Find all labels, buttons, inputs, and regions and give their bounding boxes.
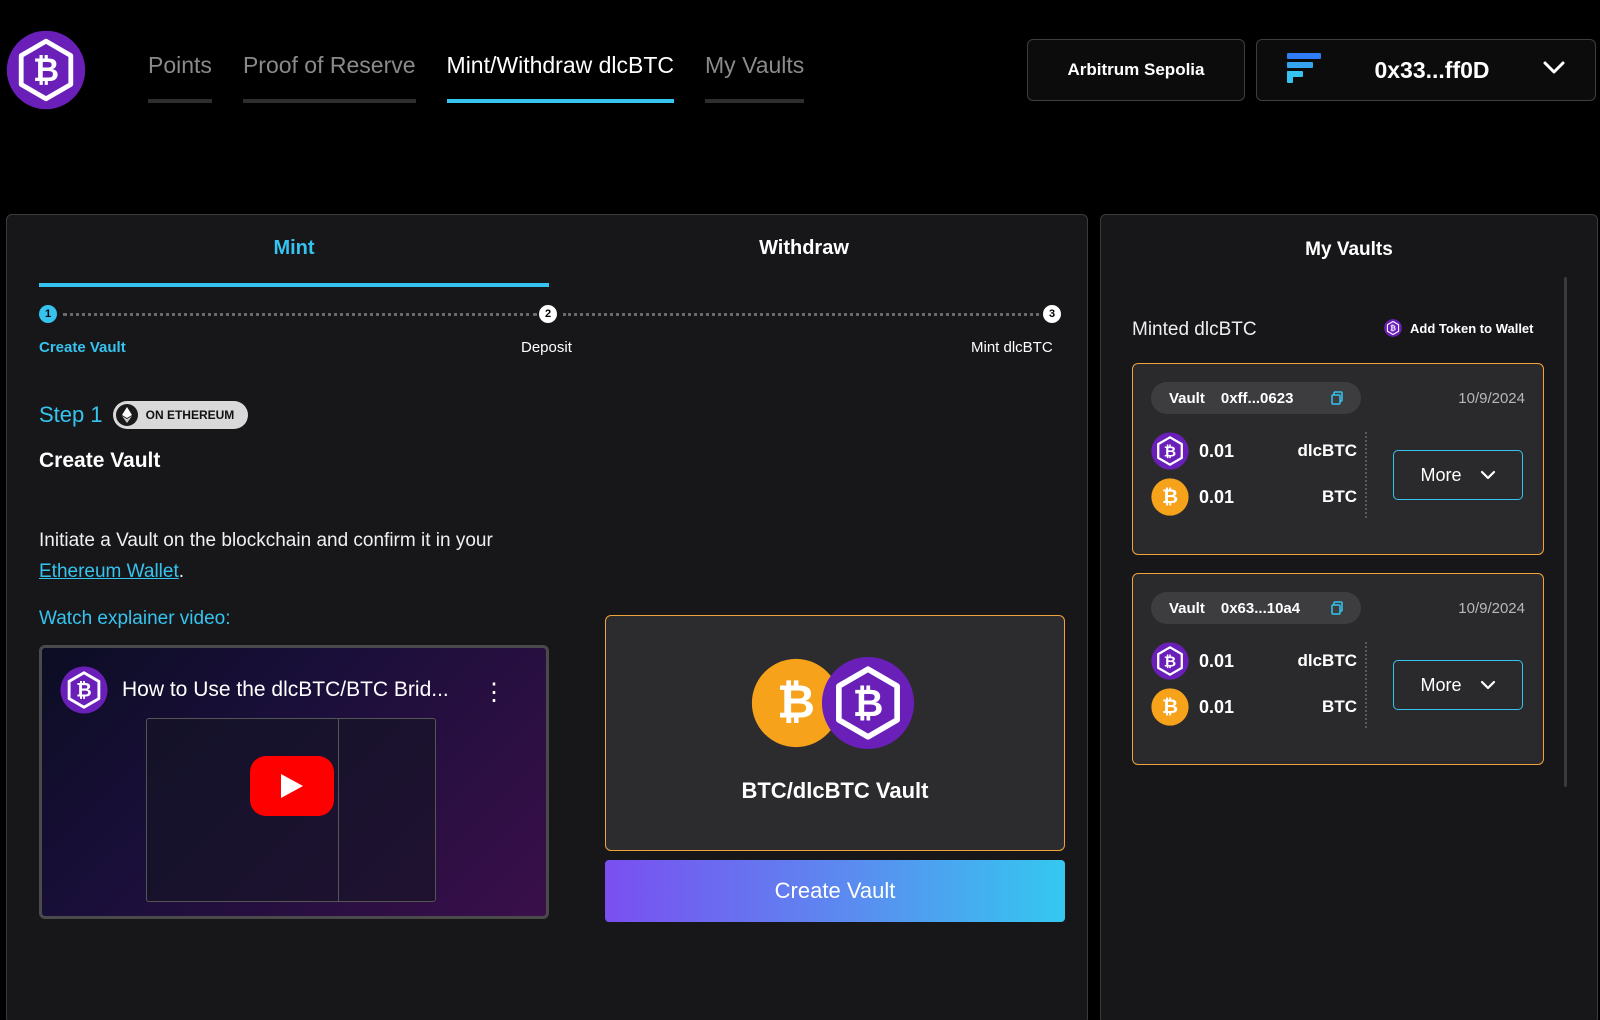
ethereum-wallet-link[interactable]: Ethereum Wallet [39,561,179,582]
symbol: dlcBTC [1297,441,1358,460]
step-1-dot: 1 [39,305,57,323]
more-label: More [1420,464,1462,485]
vault-divider [1365,642,1367,728]
vault-row-dlcbtc: 0.01 dlcBTC [1151,642,1357,680]
vault-type-card: BTC/dlcBTC Vault [605,615,1065,851]
main-nav: Points Proof of Reserve Mint/Withdraw dl… [148,52,805,103]
stepper: 1 2 3 [39,305,1061,325]
vault-divider [1365,432,1367,518]
wallet-provider-icon [1287,52,1321,88]
my-vaults-title: My Vaults [1305,239,1393,260]
btc-coin-icon [1151,688,1189,726]
vault-date: 10/9/2024 [1458,600,1525,617]
step-heading: Step 1 ON ETHEREUM [39,401,249,429]
amount: 0.01 [1199,486,1235,507]
chevron-down-icon [1543,61,1565,80]
dlcbtc-token-icon [1384,319,1402,337]
vault-row-dlcbtc: 0.01 dlcBTC [1151,432,1357,470]
vault-id-pill: Vault 0xff...0623 [1151,382,1361,414]
vault-row-btc: 0.01 BTC [1151,688,1357,726]
ethereum-icon [115,404,138,426]
add-token-label: Add Token to Wallet [1410,320,1534,336]
vault-label: Vault [1169,599,1205,617]
step-3-label: Mint dlcBTC [971,339,1053,356]
video-menu-icon[interactable]: ⋮ [482,678,506,707]
watch-video-label: Watch explainer video: [39,608,231,629]
channel-avatar-icon [60,666,108,714]
nav-points[interactable]: Points [148,52,212,103]
step-connector [563,313,1039,316]
minted-dlcbtc-label: Minted dlcBTC [1132,319,1257,340]
more-button[interactable]: More [1393,450,1523,500]
video-thumbnail-sidebar [338,718,436,902]
play-icon[interactable] [250,756,334,816]
tab-withdraw[interactable]: Withdraw [549,215,1059,287]
btc-coin-icon [1151,478,1189,516]
description-text: Initiate a Vault on the blockchain and c… [39,530,493,551]
symbol: BTC [1322,487,1357,506]
step-description: Initiate a Vault on the blockchain and c… [39,525,519,587]
video-title: How to Use the dlcBTC/BTC Brid... [122,678,449,701]
vault-row-btc: 0.01 BTC [1151,478,1357,516]
more-label: More [1420,674,1462,695]
amount: 0.01 [1199,696,1235,717]
symbol: dlcBTC [1297,651,1358,670]
step-number: Step 1 [39,402,103,427]
create-vault-button[interactable]: Create Vault [605,860,1065,922]
vault-card-icons [751,658,921,758]
chain-badge: ON ETHEREUM [112,401,249,429]
network-button[interactable]: Arbitrum Sepolia [1027,39,1245,101]
explainer-video[interactable]: How to Use the dlcBTC/BTC Brid... ⋮ [39,645,549,919]
step-2-dot: 2 [539,305,557,323]
chevron-down-icon [1480,680,1495,690]
chevron-down-icon [1480,470,1495,480]
dlcbtc-coin-icon [821,656,915,750]
symbol: BTC [1322,697,1357,716]
vault-date: 10/9/2024 [1458,390,1525,407]
dlcbtc-coin-icon [1151,642,1189,680]
step-connector [63,313,537,316]
vault-id: 0xff...0623 [1220,389,1294,407]
amount: 0.01 [1199,440,1235,461]
scrollbar[interactable] [1564,277,1567,787]
step-title: Create Vault [39,449,161,472]
vault-label: Vault [1169,389,1205,407]
step-2-label: Deposit [521,339,572,356]
step-3-dot: 3 [1043,305,1061,323]
nav-my-vaults[interactable]: My Vaults [705,52,805,103]
copy-icon[interactable] [1331,601,1343,615]
dlcbtc-coin-icon [1151,432,1189,470]
chain-badge-label: ON ETHEREUM [145,408,235,422]
nav-mint-withdraw[interactable]: Mint/Withdraw dlcBTC [446,52,675,103]
tab-mint[interactable]: Mint [39,215,549,287]
more-button[interactable]: More [1393,660,1523,710]
vault-card: Vault 0x63...10a4 10/9/2024 0.01 dlcBTC … [1132,573,1544,765]
my-vaults-panel: My Vaults Minted dlcBTC Add Token to Wal… [1100,214,1598,1020]
description-suffix: . [178,561,185,582]
copy-icon[interactable] [1331,391,1343,405]
mint-withdraw-panel: Mint Withdraw 1 2 3 Create Vault Deposit… [6,214,1088,1020]
amount: 0.01 [1199,650,1235,671]
step-1-label: Create Vault [39,339,126,356]
vault-id-pill: Vault 0x63...10a4 [1151,592,1361,624]
tab-bar: Mint Withdraw [39,215,1059,287]
dlcbtc-logo-icon[interactable] [6,30,86,110]
wallet-button[interactable]: 0x33...ff0D [1256,39,1596,101]
add-token-button[interactable]: Add Token to Wallet [1384,319,1534,337]
wallet-address: 0x33...ff0D [1374,56,1490,83]
vault-id: 0x63...10a4 [1220,599,1301,617]
nav-proof-of-reserve[interactable]: Proof of Reserve [242,52,416,103]
vault-type-label: BTC/dlcBTC Vault [741,778,929,803]
vault-card: Vault 0xff...0623 10/9/2024 0.01 dlcBTC … [1132,363,1544,555]
